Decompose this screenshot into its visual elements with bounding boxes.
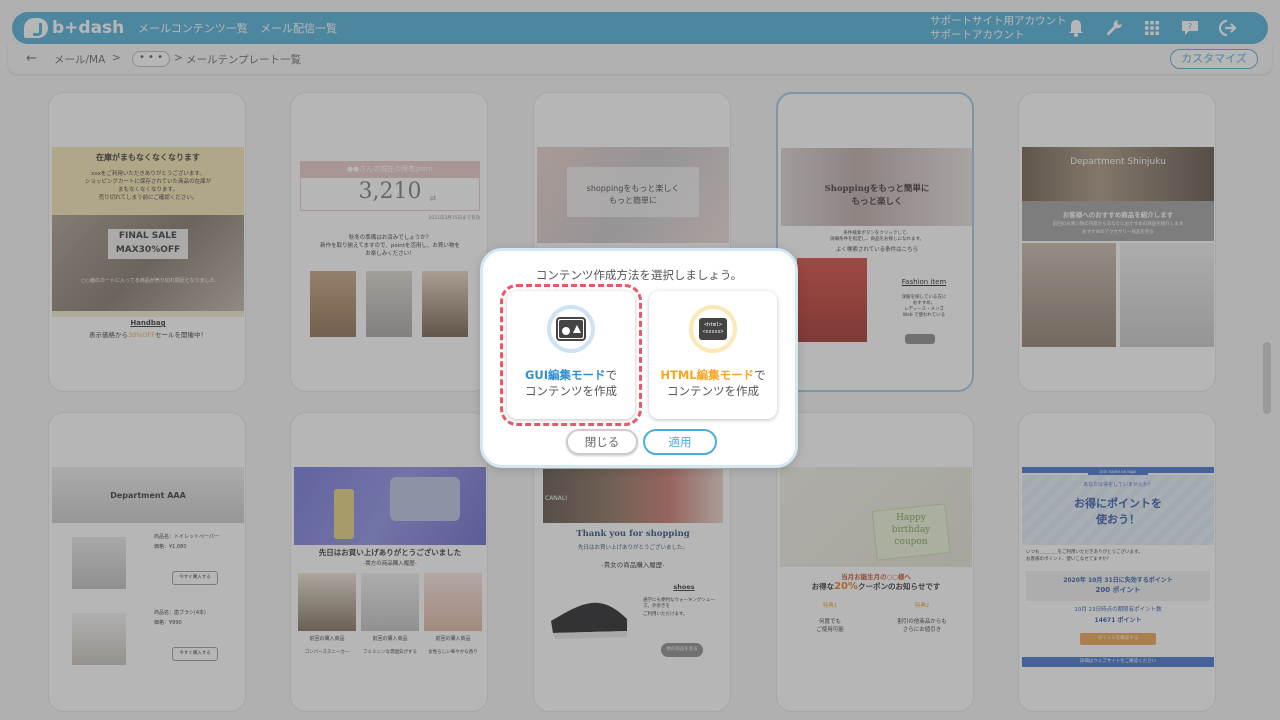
html-icon-text-1: <html> — [704, 322, 722, 328]
gui-mode-label: GUI編集モードで コンテンツを作成 — [507, 367, 635, 399]
html-mode-highlight: HTML編集モード — [660, 368, 755, 382]
html-mode-suffix: で — [754, 368, 766, 382]
dialog-title: コンテンツ作成方法を選択しましょう。 — [535, 268, 743, 282]
gui-mode-icon — [547, 305, 595, 353]
gui-mode-highlight: GUI編集モード — [524, 368, 606, 382]
scrollbar-thumb[interactable] — [1263, 342, 1271, 414]
gui-mode-line2: コンテンツを作成 — [525, 384, 617, 398]
html-mode-line2: コンテンツを作成 — [667, 384, 759, 398]
html-icon-text-2: <xxxxx> — [702, 329, 723, 335]
html-mode-label: HTML編集モードで コンテンツを作成 — [649, 367, 777, 399]
content-mode-dialog: コンテンツ作成方法を選択しましょう。 GUI編集モードで コンテンツを作成 <h… — [480, 248, 798, 468]
gui-edit-mode-option[interactable]: GUI編集モードで コンテンツを作成 — [500, 284, 642, 426]
close-button[interactable]: 閉じる — [566, 429, 638, 455]
gui-mode-suffix: で — [605, 368, 618, 382]
apply-button[interactable]: 適用 — [643, 429, 717, 455]
html-edit-mode-option[interactable]: <html> <xxxxx> HTML編集モードで コンテンツを作成 — [649, 291, 777, 419]
html-mode-icon: <html> <xxxxx> — [689, 305, 737, 353]
